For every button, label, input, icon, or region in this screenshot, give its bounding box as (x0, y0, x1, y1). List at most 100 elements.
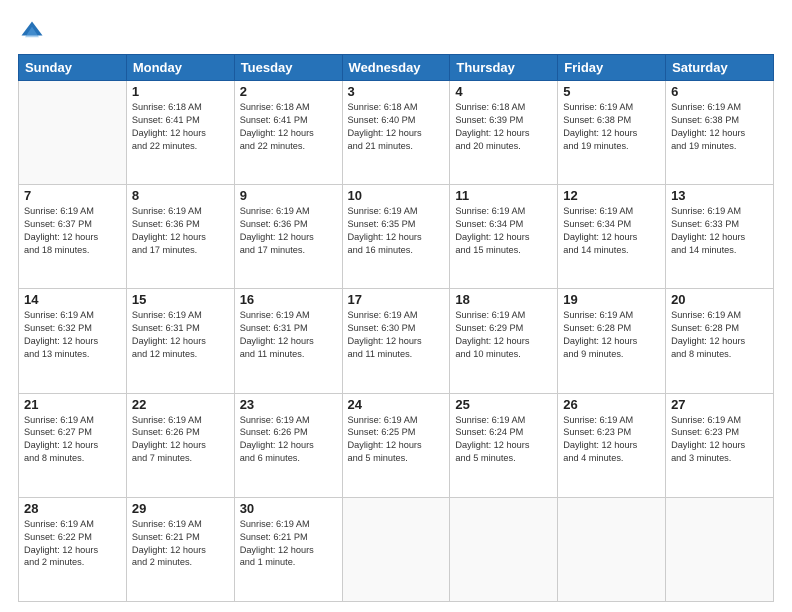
week-row-3: 14 Sunrise: 6:19 AMSunset: 6:32 PMDayligh… (19, 289, 774, 393)
day-header-tuesday: Tuesday (234, 55, 342, 81)
day-info: Sunrise: 6:19 AMSunset: 6:24 PMDaylight:… (455, 414, 552, 466)
day-cell (19, 81, 127, 185)
day-number: 6 (671, 84, 768, 99)
day-info: Sunrise: 6:18 AMSunset: 6:41 PMDaylight:… (132, 101, 229, 153)
day-number: 9 (240, 188, 337, 203)
day-info: Sunrise: 6:19 AMSunset: 6:21 PMDaylight:… (240, 518, 337, 570)
day-number: 27 (671, 397, 768, 412)
day-info: Sunrise: 6:19 AMSunset: 6:31 PMDaylight:… (240, 309, 337, 361)
day-number: 10 (348, 188, 445, 203)
day-cell: 2 Sunrise: 6:18 AMSunset: 6:41 PMDaylight… (234, 81, 342, 185)
day-info: Sunrise: 6:19 AMSunset: 6:26 PMDaylight:… (240, 414, 337, 466)
day-header-sunday: Sunday (19, 55, 127, 81)
day-cell: 30 Sunrise: 6:19 AMSunset: 6:21 PMDayligh… (234, 497, 342, 601)
day-number: 3 (348, 84, 445, 99)
day-number: 8 (132, 188, 229, 203)
day-info: Sunrise: 6:18 AMSunset: 6:40 PMDaylight:… (348, 101, 445, 153)
day-cell: 22 Sunrise: 6:19 AMSunset: 6:26 PMDayligh… (126, 393, 234, 497)
week-row-2: 7 Sunrise: 6:19 AMSunset: 6:37 PMDaylight… (19, 185, 774, 289)
day-info: Sunrise: 6:19 AMSunset: 6:30 PMDaylight:… (348, 309, 445, 361)
day-cell: 10 Sunrise: 6:19 AMSunset: 6:35 PMDayligh… (342, 185, 450, 289)
day-number: 30 (240, 501, 337, 516)
day-cell (342, 497, 450, 601)
day-info: Sunrise: 6:19 AMSunset: 6:29 PMDaylight:… (455, 309, 552, 361)
day-number: 1 (132, 84, 229, 99)
day-number: 4 (455, 84, 552, 99)
day-info: Sunrise: 6:19 AMSunset: 6:27 PMDaylight:… (24, 414, 121, 466)
day-info: Sunrise: 6:19 AMSunset: 6:37 PMDaylight:… (24, 205, 121, 257)
logo (18, 18, 50, 46)
header-row: SundayMondayTuesdayWednesdayThursdayFrid… (19, 55, 774, 81)
day-number: 23 (240, 397, 337, 412)
day-info: Sunrise: 6:19 AMSunset: 6:36 PMDaylight:… (240, 205, 337, 257)
day-info: Sunrise: 6:19 AMSunset: 6:34 PMDaylight:… (455, 205, 552, 257)
day-info: Sunrise: 6:18 AMSunset: 6:41 PMDaylight:… (240, 101, 337, 153)
day-header-wednesday: Wednesday (342, 55, 450, 81)
day-info: Sunrise: 6:19 AMSunset: 6:26 PMDaylight:… (132, 414, 229, 466)
day-info: Sunrise: 6:19 AMSunset: 6:35 PMDaylight:… (348, 205, 445, 257)
day-number: 2 (240, 84, 337, 99)
day-number: 12 (563, 188, 660, 203)
day-info: Sunrise: 6:19 AMSunset: 6:33 PMDaylight:… (671, 205, 768, 257)
day-cell: 3 Sunrise: 6:18 AMSunset: 6:40 PMDaylight… (342, 81, 450, 185)
day-cell: 20Sunrise: 6:19 AMSunset: 6:28 PMDayligh… (666, 289, 774, 393)
day-cell (450, 497, 558, 601)
day-number: 29 (132, 501, 229, 516)
day-cell: 15Sunrise: 6:19 AMSunset: 6:31 PMDayligh… (126, 289, 234, 393)
day-cell: 24 Sunrise: 6:19 AMSunset: 6:25 PMDayligh… (342, 393, 450, 497)
day-info: Sunrise: 6:19 AMSunset: 6:28 PMDaylight:… (563, 309, 660, 361)
day-cell: 26 Sunrise: 6:19 AMSunset: 6:23 PMDayligh… (558, 393, 666, 497)
day-cell: 7 Sunrise: 6:19 AMSunset: 6:37 PMDaylight… (19, 185, 127, 289)
day-number: 5 (563, 84, 660, 99)
day-cell: 5 Sunrise: 6:19 AMSunset: 6:38 PMDaylight… (558, 81, 666, 185)
day-info: Sunrise: 6:19 AMSunset: 6:23 PMDaylight:… (563, 414, 660, 466)
day-cell (666, 497, 774, 601)
day-number: 11 (455, 188, 552, 203)
day-cell: 23 Sunrise: 6:19 AMSunset: 6:26 PMDayligh… (234, 393, 342, 497)
day-number: 26 (563, 397, 660, 412)
day-info: Sunrise: 6:19 AMSunset: 6:36 PMDaylight:… (132, 205, 229, 257)
calendar-table: SundayMondayTuesdayWednesdayThursdayFrid… (18, 54, 774, 602)
week-row-1: 1 Sunrise: 6:18 AMSunset: 6:41 PMDaylight… (19, 81, 774, 185)
day-number: 17 (348, 292, 445, 307)
week-row-4: 21 Sunrise: 6:19 AMSunset: 6:27 PMDayligh… (19, 393, 774, 497)
day-cell: 6Sunrise: 6:19 AMSunset: 6:38 PMDaylight… (666, 81, 774, 185)
logo-icon (18, 18, 46, 46)
day-info: Sunrise: 6:19 AMSunset: 6:38 PMDaylight:… (563, 101, 660, 153)
day-cell: 14 Sunrise: 6:19 AMSunset: 6:32 PMDayligh… (19, 289, 127, 393)
day-cell: 18 Sunrise: 6:19 AMSunset: 6:29 PMDayligh… (450, 289, 558, 393)
day-number: 24 (348, 397, 445, 412)
day-info: Sunrise: 6:19 AMSunset: 6:28 PMDaylight:… (671, 309, 768, 361)
day-cell: 25Sunrise: 6:19 AMSunset: 6:24 PMDayligh… (450, 393, 558, 497)
day-cell: 21 Sunrise: 6:19 AMSunset: 6:27 PMDayligh… (19, 393, 127, 497)
day-header-thursday: Thursday (450, 55, 558, 81)
day-cell: 8 Sunrise: 6:19 AMSunset: 6:36 PMDaylight… (126, 185, 234, 289)
day-info: Sunrise: 6:19 AMSunset: 6:34 PMDaylight:… (563, 205, 660, 257)
day-cell: 1 Sunrise: 6:18 AMSunset: 6:41 PMDaylight… (126, 81, 234, 185)
day-info: Sunrise: 6:19 AMSunset: 6:23 PMDaylight:… (671, 414, 768, 466)
day-info: Sunrise: 6:18 AMSunset: 6:39 PMDaylight:… (455, 101, 552, 153)
day-cell: 11 Sunrise: 6:19 AMSunset: 6:34 PMDayligh… (450, 185, 558, 289)
day-number: 7 (24, 188, 121, 203)
day-number: 19 (563, 292, 660, 307)
day-cell: 13 Sunrise: 6:19 AMSunset: 6:33 PMDayligh… (666, 185, 774, 289)
day-number: 13 (671, 188, 768, 203)
day-number: 21 (24, 397, 121, 412)
week-row-5: 28Sunrise: 6:19 AMSunset: 6:22 PMDayligh… (19, 497, 774, 601)
day-info: Sunrise: 6:19 AMSunset: 6:25 PMDaylight:… (348, 414, 445, 466)
header (18, 18, 774, 46)
day-cell: 4 Sunrise: 6:18 AMSunset: 6:39 PMDaylight… (450, 81, 558, 185)
day-number: 18 (455, 292, 552, 307)
day-cell: 12 Sunrise: 6:19 AMSunset: 6:34 PMDayligh… (558, 185, 666, 289)
day-info: Sunrise: 6:19 AMSunset: 6:21 PMDaylight:… (132, 518, 229, 570)
day-header-friday: Friday (558, 55, 666, 81)
day-cell: 29 Sunrise: 6:19 AMSunset: 6:21 PMDayligh… (126, 497, 234, 601)
day-cell (558, 497, 666, 601)
page: SundayMondayTuesdayWednesdayThursdayFrid… (0, 0, 792, 612)
day-cell: 19 Sunrise: 6:19 AMSunset: 6:28 PMDayligh… (558, 289, 666, 393)
day-cell: 17 Sunrise: 6:19 AMSunset: 6:30 PMDayligh… (342, 289, 450, 393)
day-info: Sunrise: 6:19 AMSunset: 6:32 PMDaylight:… (24, 309, 121, 361)
day-number: 22 (132, 397, 229, 412)
day-header-saturday: Saturday (666, 55, 774, 81)
day-number: 14 (24, 292, 121, 307)
